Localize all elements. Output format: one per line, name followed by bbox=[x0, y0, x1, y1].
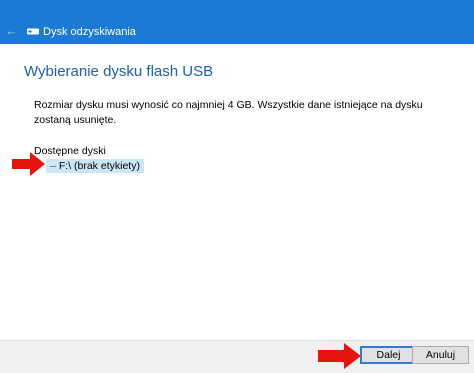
drive-item-icon: – bbox=[50, 160, 56, 172]
red-annotation-arrow-left bbox=[12, 152, 45, 176]
drive-item-label: F:\ (brak etykiety) bbox=[58, 160, 140, 172]
usb-drive-icon bbox=[27, 28, 39, 35]
cancel-button[interactable]: Anuluj bbox=[412, 346, 469, 364]
window-title: Dysk odzyskiwania bbox=[43, 26, 136, 38]
next-button[interactable]: Dalej bbox=[360, 346, 417, 364]
page-heading: Wybieranie dysku flash USB bbox=[24, 63, 214, 80]
red-annotation-arrow-next bbox=[318, 343, 361, 369]
back-arrow-icon[interactable]: ← bbox=[5, 24, 19, 38]
drive-list-item[interactable]: – F:\ (brak etykiety) bbox=[46, 159, 144, 173]
title-bar: ← Dysk odzyskiwania bbox=[0, 0, 474, 44]
description-text: Rozmiar dysku musi wynosić co najmniej 4… bbox=[34, 99, 423, 126]
